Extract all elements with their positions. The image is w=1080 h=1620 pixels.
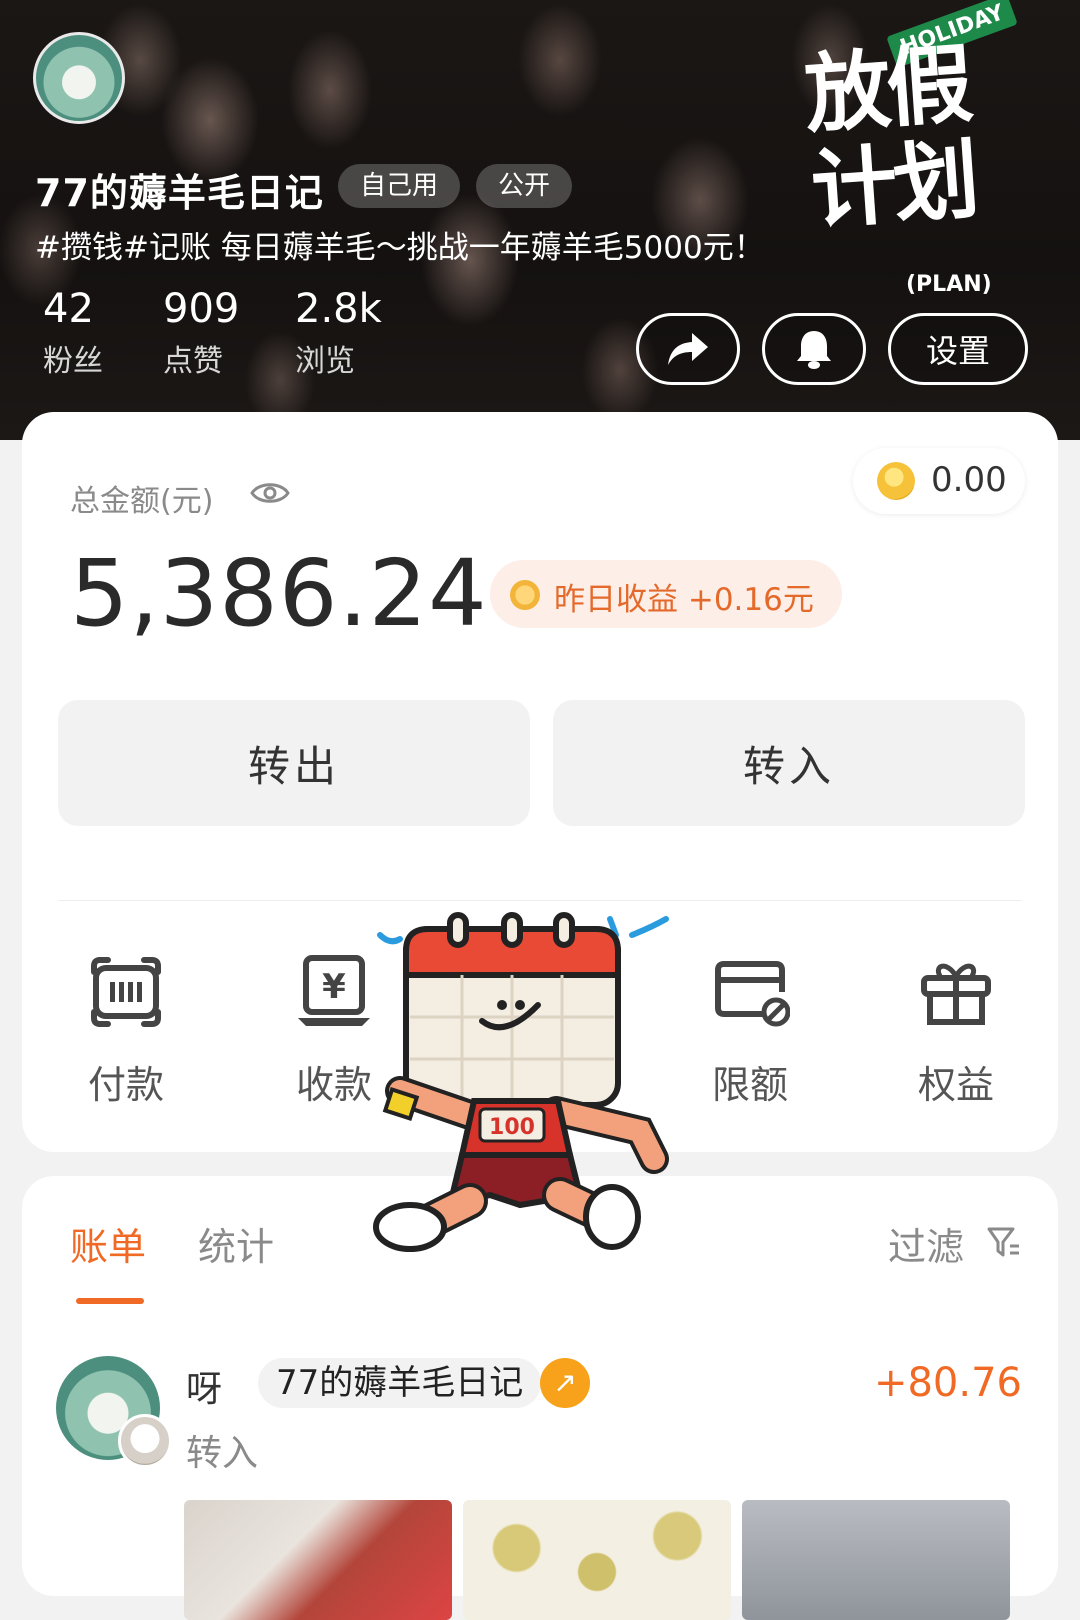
coin-balance[interactable]: 0.00 — [853, 448, 1025, 514]
private-tag[interactable]: 自己用 — [338, 164, 461, 208]
holiday-title: 放假计划 — [801, 34, 979, 242]
tab-bill[interactable]: 账单 — [70, 1216, 146, 1271]
pay-action[interactable]: 付款 — [56, 952, 196, 1109]
card-limit-icon — [710, 952, 791, 1032]
photo-thumbnail[interactable] — [742, 1500, 1010, 1620]
filter-button[interactable]: 过滤 — [888, 1216, 964, 1271]
views-count: 2.8k — [295, 286, 382, 332]
public-tag[interactable]: 公开 — [476, 164, 573, 208]
active-tab-indicator — [76, 1298, 144, 1304]
pay-label: 付款 — [87, 1063, 164, 1107]
receive-money-icon: ¥ — [294, 952, 374, 1032]
total-amount-label: 总金额(元) — [70, 484, 214, 519]
arrow-up-right-icon[interactable]: ↗ — [540, 1358, 590, 1408]
followers-stat[interactable]: 42 粉丝 — [43, 286, 103, 380]
views-stat[interactable]: 2.8k 浏览 — [295, 286, 382, 380]
notification-button[interactable] — [762, 313, 866, 385]
benefits-action[interactable]: 权益 — [886, 952, 1026, 1109]
share-button[interactable] — [636, 313, 740, 385]
coin-icon — [877, 462, 915, 500]
barcode-icon — [86, 952, 166, 1032]
filter-icon[interactable] — [986, 1224, 1022, 1260]
followers-label: 粉丝 — [43, 344, 103, 379]
calendar-runner-sticker: 100 — [370, 905, 690, 1260]
yesterday-earnings[interactable]: 昨日收益 +0.16元 — [490, 560, 842, 628]
profile-name: 77的薅羊毛日记 — [35, 171, 324, 215]
svg-text:¥: ¥ — [322, 967, 346, 1007]
limit-label: 限额 — [711, 1063, 788, 1107]
limit-action[interactable]: 限额 — [680, 952, 820, 1109]
transfer-out-button[interactable]: 转出 — [58, 700, 530, 826]
total-amount: 5,386.24 — [70, 540, 488, 647]
views-label: 浏览 — [295, 344, 355, 379]
tab-statistics[interactable]: 统计 — [198, 1216, 274, 1271]
followers-count: 42 — [43, 286, 94, 332]
settings-button[interactable]: 设置 — [888, 313, 1028, 385]
transaction-type: 转入 — [186, 1433, 259, 1474]
eye-icon[interactable] — [250, 478, 290, 508]
share-icon — [668, 333, 708, 365]
profile-avatar[interactable] — [33, 32, 125, 124]
bell-icon — [797, 331, 831, 369]
transaction-user: 呀 — [186, 1369, 223, 1410]
coin-value: 0.00 — [931, 460, 1007, 500]
photo-thumbnail[interactable] — [463, 1500, 731, 1620]
user-avatar — [118, 1414, 172, 1468]
holiday-plan-banner: HOLIDAY 放假计划 (PLAN) — [778, 0, 1048, 310]
likes-label: 点赞 — [163, 344, 223, 379]
profile-header: 77的薅羊毛日记 自己用 公开 #攒钱#记账 每日薅羊毛～挑战一年薅羊毛5000… — [0, 0, 1080, 440]
gift-icon — [916, 952, 996, 1032]
yesterday-earnings-text: 昨日收益 +0.16元 — [554, 582, 814, 618]
bib-number: 100 — [489, 1115, 535, 1140]
holiday-plan-label: (PLAN) — [906, 272, 992, 297]
coin-icon — [510, 580, 540, 610]
transaction-account-chip[interactable]: 77的薅羊毛日记 — [258, 1358, 542, 1408]
divider — [58, 900, 1022, 901]
likes-stat[interactable]: 909 点赞 — [163, 286, 239, 380]
photo-thumbnail[interactable] — [184, 1500, 452, 1620]
benefits-label: 权益 — [917, 1063, 994, 1107]
transfer-in-button[interactable]: 转入 — [553, 700, 1025, 826]
profile-bio: #攒钱#记账 每日薅羊毛～挑战一年薅羊毛5000元！ — [35, 230, 765, 266]
transaction-amount: +80.76 — [873, 1360, 1022, 1406]
likes-count: 909 — [163, 286, 240, 332]
